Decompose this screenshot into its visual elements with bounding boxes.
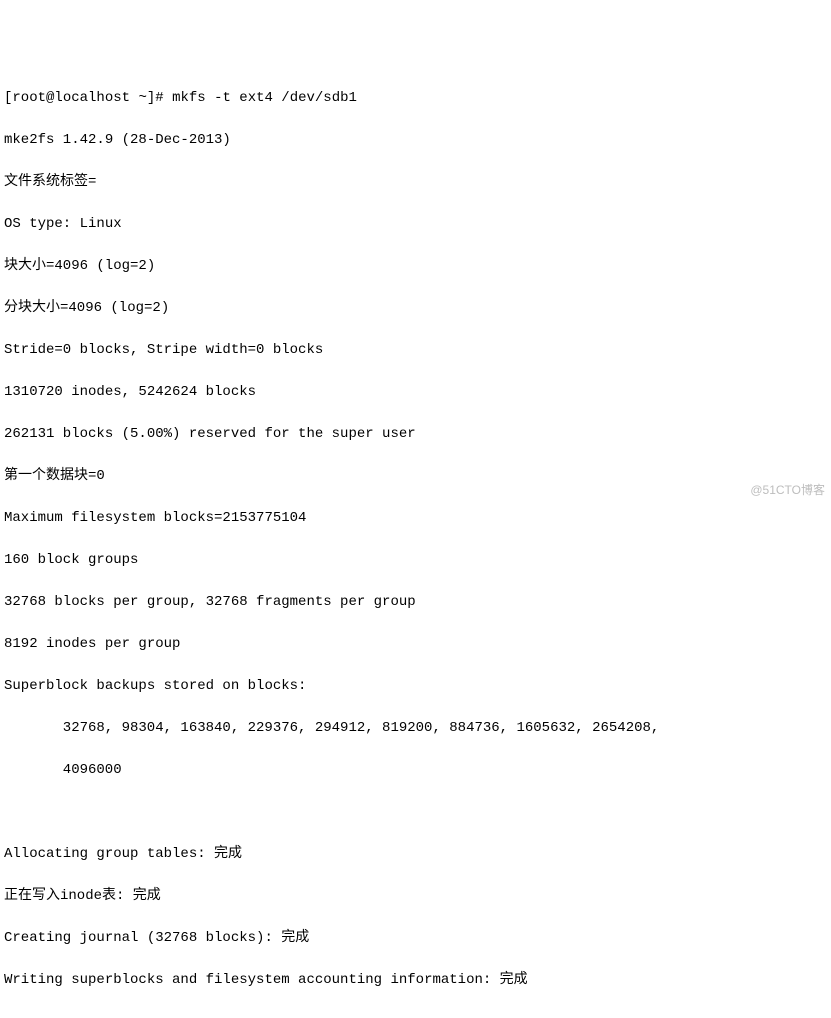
command: mkfs -t ext4 /dev/sdb1 (172, 90, 357, 106)
output-line: 第一个数据块=0 (4, 466, 827, 487)
output-line: 正在写入inode表: 完成 (4, 886, 827, 907)
output-line: 分块大小=4096 (log=2) (4, 298, 827, 319)
output-line: 1310720 inodes, 5242624 blocks (4, 382, 827, 403)
prompt-host: localhost (54, 90, 130, 106)
output-line: Allocating group tables: 完成 (4, 844, 827, 865)
output-line: 262131 blocks (5.00%) reserved for the s… (4, 424, 827, 445)
output-line: 8192 inodes per group (4, 634, 827, 655)
output-line: 块大小=4096 (log=2) (4, 256, 827, 277)
prompt-cwd: ~ (138, 90, 146, 106)
output-line: 文件系统标签= (4, 172, 827, 193)
prompt-user: root (12, 90, 46, 106)
output-line: Maximum filesystem blocks=2153775104 (4, 508, 827, 529)
output-line (4, 802, 827, 823)
output-line: 32768, 98304, 163840, 229376, 294912, 81… (4, 718, 827, 739)
output-line: OS type: Linux (4, 214, 827, 235)
output-line: 4096000 (4, 760, 827, 781)
output-line: Stride=0 blocks, Stripe width=0 blocks (4, 340, 827, 361)
output-line: Creating journal (32768 blocks): 完成 (4, 928, 827, 949)
output-line: mke2fs 1.42.9 (28-Dec-2013) (4, 130, 827, 151)
prompt-symbol: # (155, 90, 163, 106)
output-line: Superblock backups stored on blocks: (4, 676, 827, 697)
output-line: 160 block groups (4, 550, 827, 571)
watermark: @51CTO博客 (750, 481, 825, 499)
output-line: 32768 blocks per group, 32768 fragments … (4, 592, 827, 613)
prompt-line: [root@localhost ~]# mkfs -t ext4 /dev/sd… (4, 88, 827, 109)
output-line: Writing superblocks and filesystem accou… (4, 970, 827, 991)
